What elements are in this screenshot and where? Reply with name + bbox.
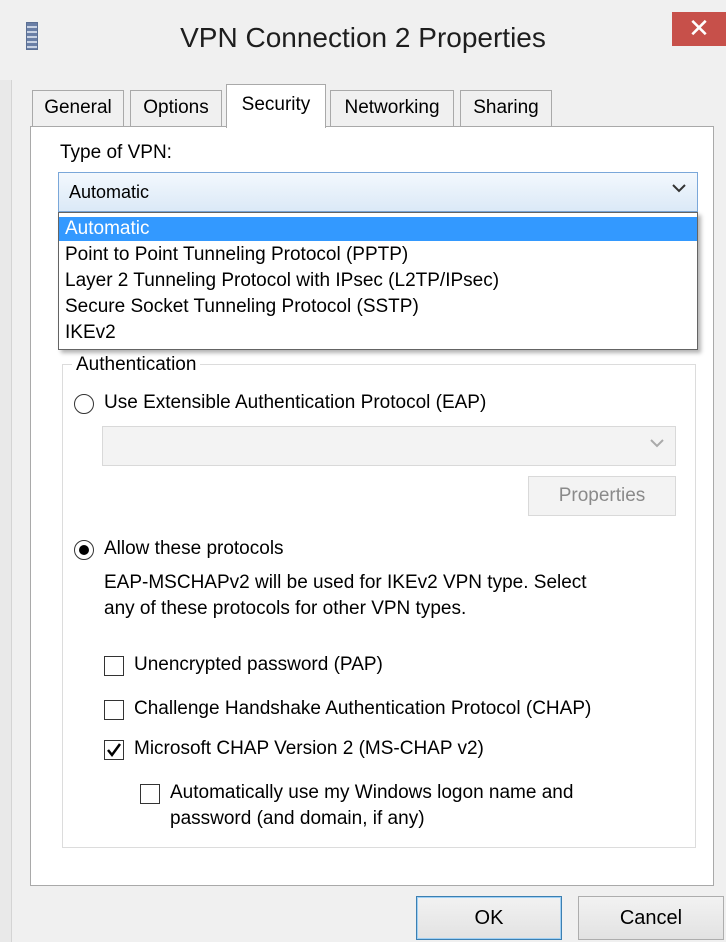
mschapv2-checkbox[interactable] (104, 740, 124, 760)
radio-selected-dot (79, 545, 89, 555)
vpn-option-pptp[interactable]: Point to Point Tunneling Protocol (PPTP) (59, 243, 697, 267)
chap-checkbox[interactable] (104, 700, 124, 720)
close-button[interactable]: ✕ (672, 12, 726, 46)
vpn-type-select[interactable]: Automatic (58, 172, 698, 212)
auto-logon-label-line-1: Automatically use my Windows logon name … (170, 782, 574, 803)
vpn-type-dropdown-list: Automatic Point to Point Tunneling Proto… (58, 212, 698, 350)
vpn-type-label: Type of VPN: (60, 142, 172, 163)
pap-label: Unencrypted password (PAP) (134, 654, 383, 675)
auto-logon-checkbox[interactable] (140, 784, 160, 804)
vpn-option-l2tp[interactable]: Layer 2 Tunneling Protocol with IPsec (L… (59, 269, 697, 293)
allow-protocols-label: Allow these protocols (104, 538, 284, 559)
protocol-note-line-1: EAP-MSCHAPv2 will be used for IKEv2 VPN … (104, 572, 587, 593)
chevron-down-icon (671, 180, 687, 201)
auto-logon-label-line-2: password (and domain, if any) (170, 808, 425, 829)
allow-protocols-radio[interactable] (74, 540, 94, 560)
eap-properties-button[interactable]: Properties (528, 476, 676, 516)
window-title: VPN Connection 2 Properties (180, 22, 546, 53)
vpn-type-selected-value: Automatic (69, 182, 150, 202)
authentication-group-label: Authentication (72, 354, 201, 376)
vpn-option-automatic[interactable]: Automatic (59, 217, 697, 241)
chevron-down-icon (649, 435, 665, 456)
vpn-option-ikev2[interactable]: IKEv2 (59, 321, 697, 345)
mschapv2-label: Microsoft CHAP Version 2 (MS-CHAP v2) (134, 738, 484, 759)
vpn-option-sstp[interactable]: Secure Socket Tunneling Protocol (SSTP) (59, 295, 697, 319)
eap-method-select[interactable] (102, 426, 676, 466)
eap-radio-label: Use Extensible Authentication Protocol (… (104, 392, 487, 413)
chap-label: Challenge Handshake Authentication Proto… (134, 698, 592, 719)
tab-networking[interactable]: Networking (330, 90, 454, 126)
close-icon: ✕ (688, 13, 710, 43)
pap-checkbox[interactable] (104, 656, 124, 676)
tab-options[interactable]: Options (130, 90, 222, 126)
ok-button[interactable]: OK (416, 896, 562, 940)
eap-radio[interactable] (74, 394, 94, 414)
cancel-button[interactable]: Cancel (578, 896, 724, 940)
window-frame (0, 0, 12, 942)
checkmark-icon (107, 743, 122, 758)
tab-sharing[interactable]: Sharing (460, 90, 552, 126)
tab-general[interactable]: General (32, 90, 124, 126)
tab-security[interactable]: Security (226, 84, 326, 128)
protocol-note-line-2: any of these protocols for other VPN typ… (104, 598, 467, 619)
